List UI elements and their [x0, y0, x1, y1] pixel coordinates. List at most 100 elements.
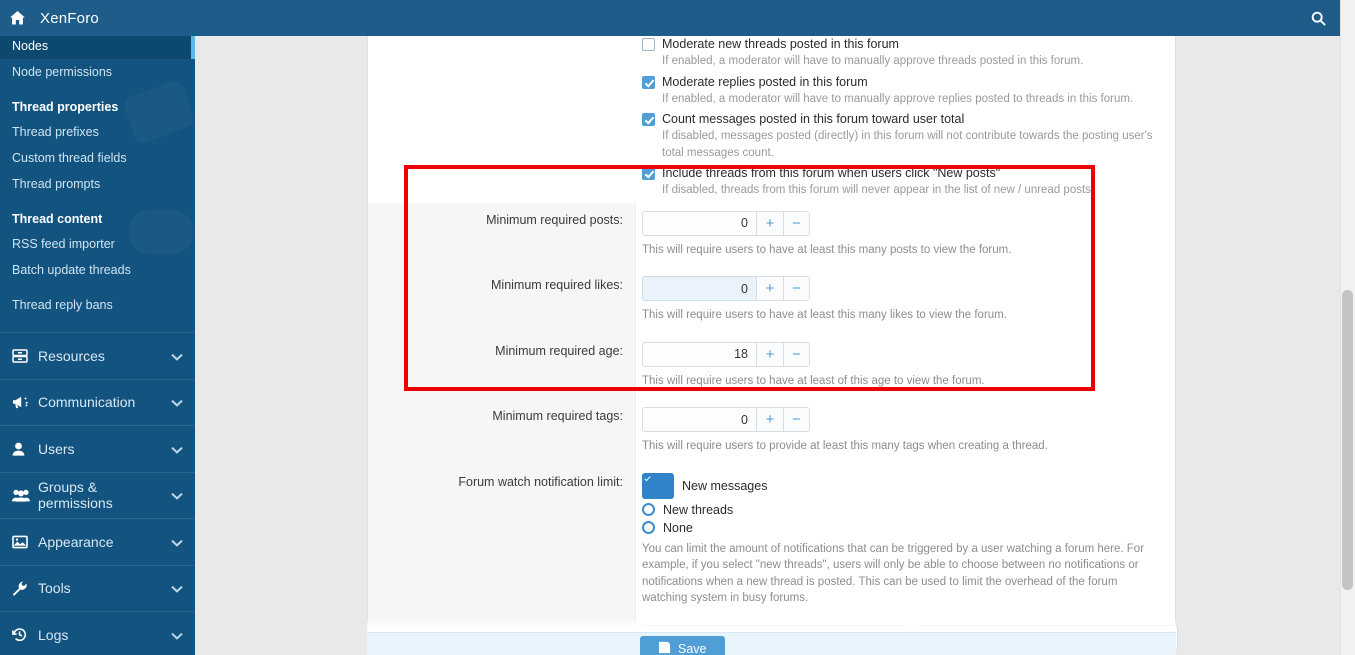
- admin-page: XenForo Nodes Node permissions Thread pr…: [0, 0, 1355, 655]
- sidebar-section-label: Resources: [38, 347, 105, 364]
- stepper-increment-button[interactable]: +: [756, 210, 783, 236]
- sidebar-item-batch-update-threads[interactable]: Batch update threads: [0, 257, 195, 283]
- image-icon: [12, 535, 38, 549]
- checkbox-row-count-messages[interactable]: Count messages posted in this forum towa…: [642, 111, 1175, 127]
- sidebar-heading-thread-properties: Thread properties: [12, 100, 119, 114]
- brand-title: XenForo: [40, 9, 99, 27]
- floppy-disk-icon: [658, 641, 671, 655]
- sidebar-item-thread-prompts[interactable]: Thread prompts: [0, 171, 195, 197]
- sidebar-item-thread-prefixes[interactable]: Thread prefixes: [0, 119, 195, 145]
- min-likes-input[interactable]: [642, 276, 756, 301]
- chevron-down-icon: [171, 534, 183, 550]
- group-icon: [12, 489, 38, 502]
- label-forum-watch-notification-limit: Forum watch notification limit:: [368, 464, 636, 617]
- sidebar-section-resources[interactable]: Resources: [0, 333, 195, 380]
- radio-selected-icon[interactable]: [642, 472, 674, 499]
- radio-unselected-icon[interactable]: [642, 521, 655, 534]
- sidebar-heading-thread-content: Thread content: [12, 212, 103, 226]
- stepper-decrement-button[interactable]: −: [783, 276, 810, 301]
- field-minimum-required-likes: + − This will require users to have at l…: [636, 268, 1175, 334]
- row-forum-watch-notification-limit: Forum watch notification limit: New mess…: [368, 464, 1175, 617]
- description-minimum-required-tags: This will require users to provide at le…: [642, 440, 1048, 452]
- home-icon[interactable]: [0, 11, 34, 25]
- sidebar-item-custom-thread-fields[interactable]: Custom thread fields: [0, 145, 195, 171]
- sidebar-item-thread-reply-bans[interactable]: Thread reply bans: [0, 292, 195, 318]
- top-bar: XenForo: [0, 0, 1340, 36]
- row-minimum-required-likes: Minimum required likes: + − This will re…: [368, 268, 1175, 334]
- stepper-minimum-required-age[interactable]: + −: [642, 341, 810, 367]
- sidebar-section-label: Users: [38, 440, 75, 457]
- chevron-down-icon: [171, 580, 183, 596]
- save-bar: Save: [367, 632, 1176, 655]
- field-minimum-required-posts: + − This will require users to have at l…: [636, 203, 1175, 269]
- min-tags-input[interactable]: [642, 407, 756, 432]
- checkbox-unchecked-icon[interactable]: [642, 38, 655, 51]
- sidebar-section-appearance[interactable]: Appearance: [0, 519, 195, 566]
- radio-row-none[interactable]: None: [642, 521, 1163, 535]
- checkbox-row-moderate-replies[interactable]: Moderate replies posted in this forum: [642, 74, 1175, 90]
- stepper-increment-button[interactable]: +: [756, 276, 783, 301]
- radio-label: New threads: [663, 502, 734, 517]
- sidebar-section-label: Communication: [38, 394, 136, 411]
- search-icon[interactable]: [1296, 0, 1340, 36]
- chevron-down-icon: [171, 487, 183, 503]
- stepper-minimum-required-posts[interactable]: + −: [642, 210, 810, 236]
- checkbox-label: Moderate new threads posted in this foru…: [662, 37, 899, 51]
- checkbox-description: If disabled, threads from this forum wil…: [662, 184, 1095, 196]
- moderation-options: Moderate new threads posted in this foru…: [368, 30, 1175, 199]
- row-minimum-required-age: Minimum required age: + − This will requ…: [368, 333, 1175, 400]
- stepper-increment-button[interactable]: +: [756, 407, 783, 432]
- sidebar-section-logs[interactable]: Logs: [0, 612, 195, 655]
- sidebar-section-groups-permissions[interactable]: Groups & permissions: [0, 473, 195, 519]
- sidebar-section-tools[interactable]: Tools: [0, 566, 195, 612]
- sidebar-top-links: Nodes Node permissions Thread properties…: [0, 30, 195, 318]
- checkbox-description: If disabled, messages posted (directly) …: [662, 130, 1153, 159]
- forum-settings-form: Moderate new threads posted in this foru…: [367, 30, 1178, 655]
- history-icon: [12, 627, 38, 642]
- checkbox-row-include-new-posts[interactable]: Include threads from this forum when use…: [642, 165, 1175, 181]
- stepper-decrement-button[interactable]: −: [783, 210, 810, 236]
- min-age-input[interactable]: [642, 341, 756, 367]
- row-minimum-required-tags: Minimum required tags: + − This will req…: [368, 399, 1175, 465]
- radio-row-new-threads[interactable]: New threads: [642, 503, 1163, 517]
- sidebar-item-nodes[interactable]: Nodes: [0, 33, 195, 59]
- radio-label: None: [663, 520, 693, 535]
- chevron-down-icon: [171, 627, 183, 643]
- page-scrollbar[interactable]: [1340, 0, 1355, 655]
- drawer-icon: [12, 349, 38, 363]
- sidebar-section-users[interactable]: Users: [0, 426, 195, 473]
- checkbox-label: Moderate replies posted in this forum: [662, 74, 868, 89]
- checkbox-checked-icon[interactable]: [642, 167, 655, 180]
- checkbox-checked-icon[interactable]: [642, 75, 655, 89]
- checkbox-row-moderate-new-threads[interactable]: Moderate new threads posted in this foru…: [642, 36, 1175, 52]
- label-minimum-required-likes: Minimum required likes:: [368, 268, 636, 334]
- sidebar-sections: Resources Communication Users Groups & p…: [0, 332, 195, 655]
- description-forum-watch-notification-limit: You can limit the amount of notification…: [642, 542, 1145, 605]
- checkbox-description: If enabled, a moderator will have to man…: [662, 55, 1084, 67]
- page-scrollbar-thumb[interactable]: [1342, 290, 1353, 590]
- checkbox-label: Count messages posted in this forum towa…: [662, 112, 965, 126]
- min-posts-input[interactable]: [642, 210, 756, 236]
- stepper-decrement-button[interactable]: −: [783, 341, 810, 367]
- stepper-minimum-required-likes[interactable]: + −: [642, 276, 810, 301]
- checkbox-checked-icon[interactable]: [642, 113, 655, 126]
- megaphone-icon: [12, 395, 38, 409]
- radio-unselected-icon[interactable]: [642, 503, 655, 516]
- sidebar-item-rss-feed-importer[interactable]: RSS feed importer: [0, 231, 195, 257]
- chevron-down-icon: [171, 394, 183, 410]
- field-minimum-required-age: + − This will require users to have at l…: [636, 334, 1175, 400]
- sidebar-section-label: Groups & permissions: [38, 479, 113, 512]
- description-minimum-required-likes: This will require users to have at least…: [642, 309, 1007, 321]
- radio-row-new-messages[interactable]: New messages: [642, 472, 1163, 499]
- stepper-minimum-required-tags[interactable]: + −: [642, 407, 810, 432]
- sidebar-section-label: Appearance: [38, 533, 114, 550]
- save-button[interactable]: Save: [640, 636, 725, 655]
- stepper-increment-button[interactable]: +: [756, 341, 783, 367]
- stepper-decrement-button[interactable]: −: [783, 407, 810, 432]
- sidebar-section-communication[interactable]: Communication: [0, 380, 195, 426]
- label-minimum-required-posts: Minimum required posts:: [368, 202, 636, 268]
- sidebar: Nodes Node permissions Thread properties…: [0, 30, 195, 655]
- sidebar-section-label: Logs: [38, 626, 69, 643]
- sidebar-item-node-permissions[interactable]: Node permissions: [0, 59, 195, 85]
- chevron-down-icon: [171, 441, 183, 457]
